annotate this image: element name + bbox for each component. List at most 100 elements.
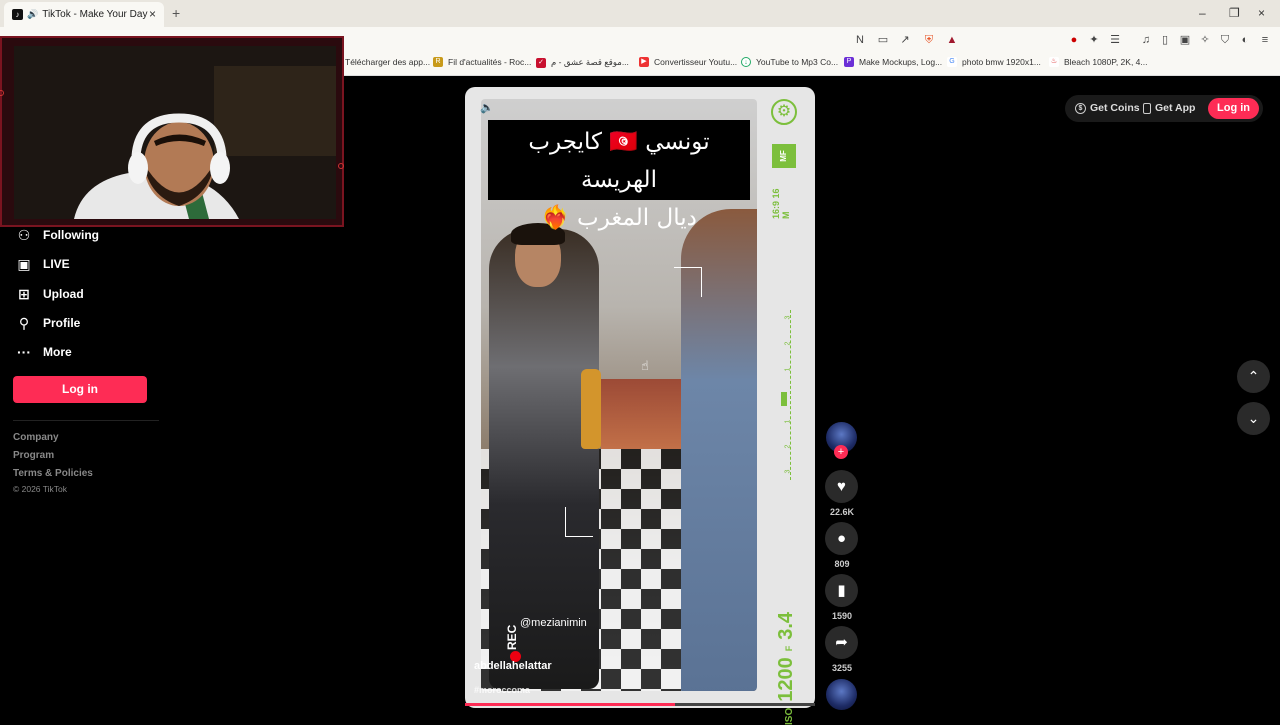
brave-rewards-icon[interactable]: ▲ [945,33,959,47]
comment-button[interactable]: ● [825,522,858,555]
no-sound-icon[interactable]: N [853,33,867,47]
browser-tab[interactable]: ♪ 🔊 TikTok - Make Your Day × [4,2,164,27]
bookmark-item[interactable]: Gphoto bmw 1920x1... [947,57,1041,67]
tab-title: TikTok - Make Your Day [42,9,148,20]
follow-plus-icon[interactable]: + [834,445,848,459]
brave-shield-icon[interactable]: ⛨ [922,33,936,47]
get-app-button[interactable]: Get App [1143,102,1195,114]
frame-ornament [338,163,344,169]
more-icon: ··· [17,344,31,360]
profile-icon: ⚲ [18,315,30,331]
viewfinder-corner [674,267,702,297]
program-link[interactable]: Program [13,450,54,461]
scale-tick: 2 [784,341,792,346]
sidebar-item-following[interactable]: ⚇ Following [16,227,99,243]
heart-icon: ♥ [837,478,846,495]
bookmark-favicon-icon: ✓ [536,57,546,68]
vpn-icon[interactable]: ⛉ [1218,33,1232,47]
video-caption-overlay: تونسي 🇹🇳 كايجرب الهريسة ديال المغرب ❤️‍🔥 [488,120,750,231]
webcam-feed [14,46,336,219]
like-button[interactable]: ♥ [825,470,858,503]
opera-icon[interactable]: ● [1067,33,1081,47]
resolution-label: 16:9 16 M [771,188,791,219]
scene-counter [601,379,681,449]
bookmark-item[interactable]: ↓ YouTube to Mp3 Co... [741,57,838,67]
share-arrow-icon: ➦ [835,634,848,651]
scale-tick: 1 [784,367,792,372]
copyright: © 2026 TikTok [13,484,67,494]
tiktok-favicon-icon: ♪ [12,9,23,20]
next-video-button[interactable]: ⌄ [1237,402,1270,435]
bookmark-item[interactable]: Télécharger des app... [345,57,430,67]
bookmark-icon: ▮ [837,582,846,599]
frame-ornament [0,90,4,96]
comment-icon: ● [836,530,847,547]
video-progress-fill [465,703,675,706]
exposure-marker [781,392,787,406]
music-disc-avatar[interactable] [826,679,857,710]
following-icon: ⚇ [17,227,31,243]
sidebar-icon[interactable]: ▯ [1158,33,1172,47]
volume-icon[interactable]: 🔈 [480,101,494,114]
save-button[interactable]: ▮ [825,574,858,607]
bookmark-favicon-icon: G [947,57,957,67]
sidebar-divider [13,420,159,421]
sidebar-login-button[interactable]: Log in [13,376,147,403]
save-count: 1590 [831,611,853,621]
bookmark-favicon-icon: ▶ [639,57,649,67]
bookmark-list-icon[interactable]: ☰ [1108,33,1122,47]
header-login-button[interactable]: Log in [1208,98,1259,119]
scale-tick: 3 [784,469,792,474]
sidebar-item-profile[interactable]: ⚲ Profile [16,315,80,331]
bookmark-item[interactable]: ✓ موقع قصة عشق - م... [536,57,629,68]
video-author[interactable]: abdellahelattar [474,660,552,672]
streamer-figure [14,46,336,219]
scale-tick: 2 [784,444,792,449]
comment-count: 809 [834,559,850,569]
profile-avatar-icon[interactable]: ◐ [1238,33,1252,47]
sidebar-item-more[interactable]: ··· More [16,344,72,360]
scale-tick: 1 [784,419,792,424]
extensions-icon[interactable]: ✦ [1087,33,1101,47]
chevron-up-icon: ⌃ [1247,368,1260,384]
upload-icon: ⊞ [18,286,30,302]
wallet-icon[interactable]: ▣ [1178,33,1192,47]
sidebar-item-upload[interactable]: ⊞ Upload [16,286,84,302]
coin-icon: $ [1075,102,1086,114]
share-icon[interactable]: ↗ [898,33,912,47]
get-coins-button[interactable]: $ Get Coins [1075,102,1140,114]
cast-icon[interactable]: ▭ [876,33,890,47]
exposure-scale [790,310,791,480]
minimize-button[interactable]: – [1199,6,1206,20]
close-window-button[interactable]: × [1258,6,1265,20]
bookmark-item[interactable]: ♨ Bleach 1080P, 2K, 4... [1049,57,1148,67]
previous-video-button[interactable]: ⌃ [1237,360,1270,393]
bookmark-item[interactable]: P Make Mockups, Log... [844,57,942,67]
live-icon: ▣ [17,256,31,272]
mouse-cursor-icon: ☝ [641,358,649,373]
like-count: 22.6K [829,507,855,517]
share-button[interactable]: ➦ [825,626,858,659]
terms-link[interactable]: Terms & Policies [13,468,93,479]
camera-gear-icon: ⚙ [771,99,797,125]
maximize-button[interactable]: ❐ [1229,6,1240,20]
bookmark-favicon-icon: R [433,57,443,67]
share-count: 3255 [831,663,853,673]
speaker-icon[interactable]: 🔊 [27,9,38,20]
music-icon[interactable]: ♫ [1139,33,1153,47]
bookmark-item[interactable]: R Fil d'actualités - Roc... [433,57,531,67]
chevron-down-icon: ⌄ [1247,410,1260,426]
new-tab-button[interactable]: + [172,5,180,21]
tab-close-icon[interactable]: × [149,7,156,21]
menu-icon[interactable]: ≡ [1258,33,1272,47]
company-link[interactable]: Company [13,432,59,443]
ai-icon[interactable]: ✧ [1198,33,1212,47]
iso-readout: ISO 1200 F 3.4 [775,611,797,725]
bookmark-favicon-icon: P [844,57,854,67]
sidebar-item-live[interactable]: ▣ LIVE [16,256,69,272]
viewfinder-corner [565,507,593,537]
bookmark-item[interactable]: ▶ Convertisseur Youtu... [639,57,737,67]
mf-badge: MF [772,144,796,168]
video-hashtag[interactable]: #moroccoma [474,685,530,695]
bookmark-favicon-icon: ↓ [741,57,751,67]
